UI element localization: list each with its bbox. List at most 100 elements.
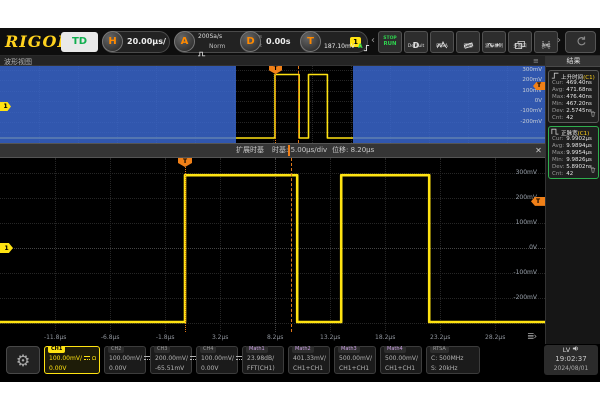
stat-label: Avg: <box>552 87 566 94</box>
tile-scale-value: 200.00mV/ <box>155 355 188 362</box>
stat-label: Dev: <box>552 164 566 171</box>
top-status-bar: RIGOL TD H 20.00μs/ A 200Sa/s Norm 4Mpts… <box>0 28 600 56</box>
tile-scale: 23.98dB/ <box>247 355 274 362</box>
axis-menu-icon[interactable]: ≣› <box>527 332 536 342</box>
clock-time: 19:02:37 <box>544 355 598 364</box>
tile-offset: 0.00V <box>201 365 218 372</box>
y-axis-label: 0V <box>508 98 542 104</box>
tile-offset: -65.51mV <box>155 365 184 372</box>
toolbar-button-stop-run[interactable]: STOPRUN <box>378 31 402 53</box>
stat-label: Cur: <box>552 80 566 87</box>
sample-rate: 200Sa/s <box>198 33 222 40</box>
y-axis-label: 0V <box>503 244 537 251</box>
measurement-card-2[interactable]: 正脉宽(C1)Cur:9.9902μsAvg:9.9894μsMax:9.995… <box>548 126 599 179</box>
main-waveform-grid[interactable]: T300mV200mV100mV0V-100mV-200mVT1 <box>0 158 545 332</box>
tab-menu-icon[interactable]: ≡ <box>533 57 539 65</box>
x-axis-label: -6.8μs <box>93 334 127 341</box>
tile-scale-value: C: 500MHz <box>431 355 463 362</box>
stat-label: Max: <box>552 150 566 157</box>
toolbar-button-cursor[interactable]: 光标 <box>534 31 558 53</box>
stat-label: Max: <box>552 94 566 101</box>
stat-value: 476.40ns <box>566 94 592 100</box>
tile-tab-label: RTSA <box>430 346 449 353</box>
speaker-icon <box>572 346 579 354</box>
trigger-status-indicator[interactable]: TD <box>61 32 98 52</box>
stat-value: 2.5745ns <box>566 108 592 114</box>
refresh-button[interactable] <box>565 31 596 53</box>
measurement-row: Max:9.9954μs <box>552 150 596 157</box>
zoom-region-overlay-left[interactable] <box>0 66 236 143</box>
channel-tile-ch4[interactable]: CH4100.00mV/0.00V <box>196 346 238 374</box>
y-axis-label: -100mV <box>503 269 537 276</box>
toolbar-label-run: RUN <box>380 41 400 46</box>
timebase-value[interactable]: 20.00μs/ <box>127 31 166 53</box>
toolbar-label: Default <box>406 43 426 48</box>
tile-scale: 401.33mV/ <box>293 355 326 362</box>
horizontal-button[interactable]: H <box>102 31 123 52</box>
toolbar-button-record[interactable]: 波形录制 <box>482 31 506 53</box>
stat-value: 42 <box>566 115 573 121</box>
zoom-close-icon[interactable]: ✕ <box>532 144 545 157</box>
toolbar-button-multi-window[interactable]: 多窗口 <box>508 31 532 53</box>
channel-tile-math1[interactable]: Math123.98dB/FFT(CH1) <box>242 346 284 374</box>
tile-scale: 100.00mV/ <box>201 355 242 362</box>
delay-value: 0.00s <box>266 31 291 53</box>
measurement-card-1[interactable]: 上升时间(C1)Cur:469.40nsAvg:471.68nsMax:476.… <box>548 70 599 123</box>
stat-label: Min: <box>552 101 566 108</box>
tile-offset: 0.00V <box>109 365 126 372</box>
zoom-title: 扩展时基 <box>236 144 264 157</box>
dc-coupling-icon <box>84 355 90 360</box>
tile-tab-label: Math4 <box>384 346 406 353</box>
stat-label: Cnt: <box>552 171 566 178</box>
tile-scale-value: 100.00mV/ <box>49 355 82 362</box>
measurement-row: Avg:9.9894μs <box>552 143 596 150</box>
toolbar-button-measure[interactable]: 测量 <box>456 31 480 53</box>
x-axis-label: 18.2μs <box>368 334 402 341</box>
tile-offset: CH1+CH1 <box>385 365 415 372</box>
zoom-timebase: 时基: 5.00μs/div <box>272 144 327 157</box>
toolbar-button-default[interactable]: DDefault <box>404 31 428 53</box>
tile-tab-label: Math3 <box>338 346 360 353</box>
zoom-offset: 位移: 8.20μs <box>332 144 374 157</box>
y-axis-label: 200mV <box>503 194 537 201</box>
horizontal-position-line <box>291 158 292 332</box>
tile-offset: FFT(CH1) <box>247 365 275 372</box>
tile-offset: CH1+CH1 <box>293 365 323 372</box>
tile-scale-value: 23.98dB/ <box>247 355 274 362</box>
record-icon <box>483 32 505 43</box>
x-axis-label: 13.2μs <box>313 334 347 341</box>
settings-gear-icon[interactable]: ⚙ <box>6 346 40 374</box>
toolbar-scroll-right-icon[interactable]: › <box>557 35 561 46</box>
stat-value: 9.9902μs <box>566 136 592 142</box>
x-axis-label: -1.8μs <box>148 334 182 341</box>
delete-measurement-icon[interactable] <box>590 102 596 121</box>
tile-scale: 100.00mV/Ω <box>49 355 96 362</box>
channel-tile-ch1[interactable]: CH1100.00mV/Ω0.00V <box>44 346 100 374</box>
toolbar-button-rtsa[interactable]: RTSA <box>430 31 454 53</box>
channel-tile-math3[interactable]: Math3500.00mV/CH1+CH1 <box>334 346 376 374</box>
channel-tile-math4[interactable]: Math4500.00mV/CH1+CH1 <box>380 346 422 374</box>
tile-offset: 0.00V <box>49 365 66 372</box>
delete-measurement-icon[interactable] <box>590 158 596 177</box>
trigger-position-line <box>275 66 276 143</box>
acquire-button[interactable]: A <box>174 31 195 52</box>
waveform-overview-window[interactable]: T300mV200mV100mV0V-100mV-200mVT1 <box>0 66 545 143</box>
y-axis-label: 300mV <box>503 169 537 176</box>
toolbar-scroll-left-icon[interactable]: ‹ <box>371 35 375 46</box>
stat-value: 42 <box>566 171 573 177</box>
rigol-logo: RIGOL <box>5 32 70 51</box>
delay-button[interactable]: D <box>240 31 261 52</box>
stat-value: 471.68ns <box>566 87 592 93</box>
cursor-icon <box>535 32 557 43</box>
acq-wave-icon <box>198 42 207 61</box>
system-clock-tile[interactable]: LV 19:02:37 2024/08/01 <box>544 345 598 375</box>
channel-tile-ch2[interactable]: CH2100.00mV/0.00V <box>104 346 146 374</box>
x-axis-label: 23.2μs <box>423 334 457 341</box>
results-header: 结果 <box>546 56 600 67</box>
channel-tile-rtsa[interactable]: RTSAC: 500MHzS: 20kHz <box>426 346 480 374</box>
channel-tile-ch3[interactable]: CH3200.00mV/Ω-65.51mV <box>150 346 192 374</box>
channel-tile-math2[interactable]: Math2401.33mV/CH1+CH1 <box>288 346 330 374</box>
measurement-row: Avg:471.68ns <box>552 87 596 94</box>
measurement-row: Cur:9.9902μs <box>552 136 596 143</box>
trigger-button[interactable]: T <box>300 31 321 52</box>
